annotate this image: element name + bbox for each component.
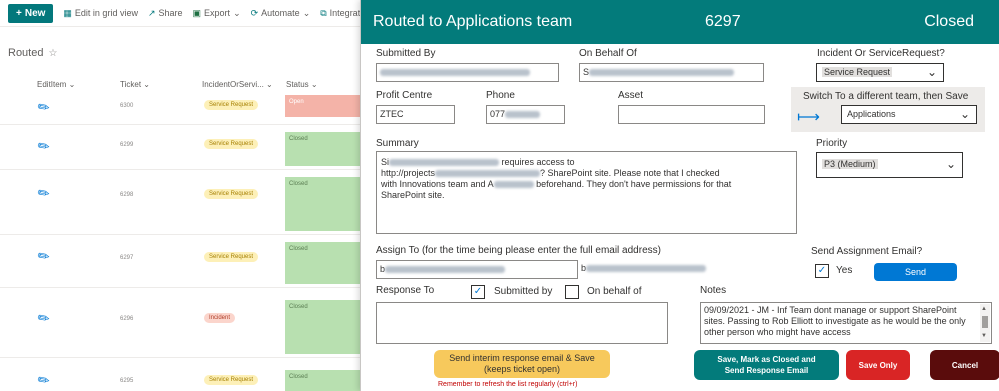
notes-scrollbar[interactable]: ▲ ▼: [980, 304, 990, 342]
chevron-down-icon: ⌄: [302, 7, 311, 18]
ticket-number: 6297: [705, 13, 741, 30]
status-cell: Closed: [285, 132, 365, 166]
star-icon[interactable]: ☆: [48, 48, 57, 59]
column-header-status[interactable]: Status ⌄: [286, 80, 318, 89]
summary-label: Summary: [376, 138, 419, 149]
column-header-type[interactable]: IncidentOrServi... ⌄: [202, 80, 273, 89]
submitted-by-label: Submitted By: [376, 48, 436, 59]
type-badge: Service Request: [204, 252, 259, 262]
type-badge: Incident: [204, 313, 236, 323]
chevron-down-icon: ⌄: [926, 65, 937, 79]
chevron-down-icon: ⌄: [945, 157, 956, 171]
save-close-button[interactable]: Save, Mark as Closed and Send Response Em…: [694, 350, 839, 380]
save-only-button[interactable]: Save Only: [846, 350, 910, 380]
type-label: Incident Or ServiceRequest?: [817, 48, 945, 59]
refresh-reminder: Remember to refresh the list regularly (…: [438, 381, 578, 388]
redacted-text: [435, 170, 541, 178]
response-textarea[interactable]: [376, 302, 668, 344]
phone-label: Phone: [486, 90, 515, 101]
response-to-label: Response To: [376, 285, 435, 296]
switch-team-panel: Switch To a different team, then Save ⟼ …: [791, 87, 985, 132]
status-cell: Closed: [285, 242, 365, 284]
integrate-icon: ⧉: [320, 7, 327, 18]
type-badge: Service Request: [204, 100, 259, 110]
notes-label: Notes: [700, 285, 727, 296]
chevron-down-icon: ⌄: [233, 7, 241, 18]
ticket-state: Closed: [924, 13, 974, 30]
submitted-by-checkbox[interactable]: ✓: [471, 285, 485, 299]
type-badge: Service Request: [204, 375, 259, 385]
redacted-text: [385, 266, 506, 274]
arrow-right-icon: ⟼: [797, 109, 820, 126]
scroll-down-icon[interactable]: ▼: [981, 331, 987, 342]
edit-grid-button[interactable]: ▦ Edit in grid view: [63, 8, 138, 19]
pencil-icon[interactable]: ✎: [34, 370, 53, 391]
grid-icon: ▦: [63, 7, 72, 18]
assign-to-label: Assign To (for the time being please ent…: [376, 245, 661, 256]
scroll-up-icon[interactable]: ▲: [981, 304, 987, 315]
submitted-by-option-label: Submitted by: [494, 286, 553, 297]
pencil-icon[interactable]: ✎: [34, 308, 53, 329]
redacted-text: [589, 69, 735, 77]
form-title: Routed to Applications team: [373, 13, 573, 30]
pencil-icon[interactable]: ✎: [34, 136, 53, 157]
on-behalf-option-label: On behalf of: [587, 286, 642, 297]
priority-dropdown[interactable]: P3 (Medium) ⌄: [816, 152, 963, 178]
new-button[interactable]: + New: [8, 3, 54, 23]
assign-to-field[interactable]: b: [376, 260, 578, 279]
automate-button[interactable]: ⟳ Automate ⌄: [251, 8, 311, 19]
plus-icon: +: [16, 7, 22, 19]
send-email-checkbox[interactable]: ✓: [815, 264, 829, 278]
type-badge: Service Request: [204, 139, 259, 149]
notes-textarea[interactable]: 09/09/2021 - JM - Inf Team dont manage o…: [700, 302, 992, 344]
scrollbar-thumb[interactable]: [982, 316, 988, 328]
assign-to-echo: b: [581, 263, 707, 273]
redacted-text: [505, 111, 541, 119]
status-cell: Open: [285, 95, 365, 117]
ticket-form-panel: Routed to Applications team 6297 Closed …: [360, 0, 999, 391]
excel-icon: ▣: [192, 7, 202, 18]
form-header: Routed to Applications team 6297 Closed: [361, 0, 999, 44]
yes-label: Yes: [836, 265, 853, 276]
priority-label: Priority: [816, 138, 848, 149]
pencil-icon[interactable]: ✎: [34, 183, 53, 204]
redacted-text: [586, 265, 707, 273]
chevron-down-icon: ⌄: [959, 107, 970, 121]
summary-textarea[interactable]: Si requires access to http://projects? S…: [376, 151, 797, 234]
share-icon: ↗: [147, 7, 156, 18]
submitted-by-field[interactable]: [376, 63, 559, 82]
redacted-text: [380, 69, 530, 77]
redacted-text: [389, 159, 500, 167]
type-badge: Service Request: [204, 189, 259, 199]
send-email-label: Send Assignment Email?: [811, 246, 923, 257]
asset-label: Asset: [618, 90, 644, 101]
export-button[interactable]: ▣ Export ⌄: [193, 8, 241, 19]
automate-icon: ⟳: [250, 7, 259, 18]
phone-field[interactable]: 077: [486, 105, 565, 124]
share-button[interactable]: ↗ Share: [148, 8, 183, 19]
checkmark-icon: ✓: [817, 265, 827, 276]
status-cell: Closed: [285, 300, 365, 354]
send-interim-button[interactable]: Send interim response email & Save (keeps…: [434, 350, 610, 378]
switch-team-label: Switch To a different team, then Save: [803, 91, 969, 102]
view-title: Routed ☆: [8, 47, 58, 59]
column-header-edititem[interactable]: EditItem ⌄: [37, 80, 75, 89]
on-behalf-checkbox[interactable]: [565, 285, 579, 299]
asset-field[interactable]: [618, 105, 765, 124]
column-header-ticket[interactable]: Ticket ⌄: [120, 80, 150, 89]
redacted-text: [493, 181, 534, 189]
status-cell: Closed: [285, 370, 365, 391]
type-dropdown[interactable]: Service Request ⌄: [816, 63, 944, 82]
profit-centre-label: Profit Centre: [376, 90, 433, 101]
pencil-icon[interactable]: ✎: [34, 97, 53, 118]
send-button[interactable]: Send: [874, 263, 957, 281]
status-cell: Closed: [285, 177, 365, 231]
profit-centre-field[interactable]: ZTEC: [376, 105, 455, 124]
team-dropdown[interactable]: Applications ⌄: [841, 105, 977, 124]
on-behalf-field[interactable]: S: [579, 63, 764, 82]
pencil-icon[interactable]: ✎: [34, 246, 53, 267]
checkmark-icon: ✓: [473, 286, 483, 297]
cancel-button[interactable]: Cancel: [930, 350, 999, 380]
on-behalf-label: On Behalf Of: [579, 48, 637, 59]
